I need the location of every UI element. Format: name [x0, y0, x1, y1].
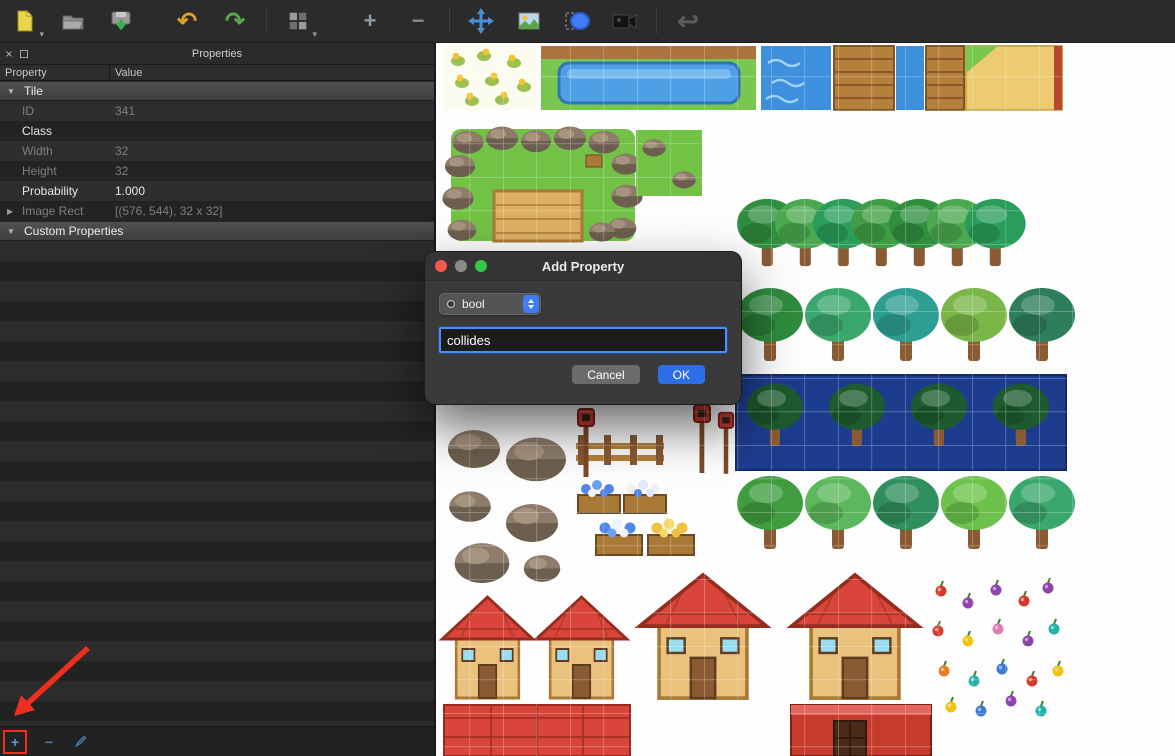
open-file-button[interactable] [56, 4, 90, 38]
dialog-titlebar: Add Property [425, 252, 741, 281]
dialog-title: Add Property [541, 258, 625, 274]
return-button[interactable] [671, 4, 705, 38]
properties-panel-titlebar: Properties [0, 43, 434, 64]
property-row-probability[interactable]: Probability 1.000 [0, 181, 434, 201]
chevron-right-icon[interactable] [7, 201, 13, 221]
property-value: 341 [115, 104, 136, 118]
property-value: [(576, 544), 32 x 32] [115, 204, 223, 218]
property-name: Probability [22, 184, 79, 198]
tiled-app-window: Properties Property Value Tile ID 341 Cl… [0, 0, 1175, 756]
chevron-down-icon [312, 29, 317, 40]
property-row-class[interactable]: Class [0, 121, 434, 141]
zoom-in-button[interactable] [353, 4, 387, 38]
ellipse-select-button[interactable] [560, 4, 594, 38]
property-type-value: bool [462, 297, 485, 311]
add-property-dialog: Add Property bool Cancel OK [425, 252, 741, 404]
stepper-icon [523, 295, 539, 313]
property-name-input[interactable] [439, 327, 727, 353]
terrain-brush-icon [289, 12, 307, 30]
property-row-image-rect[interactable]: Image Rect [(576, 544), 32 x 32] [0, 201, 434, 221]
zoom-in-icon [364, 8, 377, 34]
properties-footer-toolbar: + − [0, 726, 434, 756]
main-toolbar [0, 0, 1175, 43]
properties-panel: Properties Property Value Tile ID 341 Cl… [0, 43, 435, 756]
zoom-out-icon [412, 8, 425, 34]
panel-title: Properties [191, 47, 243, 60]
toolbar-separator [266, 8, 267, 34]
property-name: Width [22, 144, 53, 158]
undo-icon [177, 7, 197, 36]
add-property-button[interactable]: + [5, 734, 25, 750]
ellipse-select-icon [565, 12, 590, 30]
empty-property-rows [0, 241, 434, 726]
remove-property-button[interactable]: − [39, 734, 59, 750]
ok-button[interactable]: OK [657, 365, 705, 384]
property-row-id[interactable]: ID 341 [0, 101, 434, 121]
new-file-icon [17, 9, 34, 32]
property-name: ID [22, 104, 34, 118]
property-name: Height [22, 164, 57, 178]
property-row-height[interactable]: Height 32 [0, 161, 434, 181]
property-row-width[interactable]: Width 32 [0, 141, 434, 161]
annotation-highlight-box: + [3, 729, 27, 754]
camera-icon [612, 14, 637, 29]
column-header-property: Property [0, 65, 110, 80]
property-column-headers: Property Value [0, 64, 434, 81]
bool-type-icon [447, 300, 455, 308]
column-header-value: Value [115, 66, 143, 79]
edit-pencil-icon [74, 735, 86, 747]
toolbar-separator [656, 8, 657, 34]
terrain-brush-button[interactable] [281, 4, 315, 38]
property-value: 1.000 [115, 184, 146, 198]
section-tile[interactable]: Tile [0, 81, 434, 101]
cancel-button[interactable]: Cancel [572, 365, 640, 384]
return-icon [677, 6, 699, 37]
chevron-down-icon [7, 222, 15, 240]
property-value: 32 [115, 144, 129, 158]
dialog-body: bool Cancel OK [425, 281, 741, 384]
dialog-buttons: Cancel OK [439, 353, 727, 384]
chevron-down-icon [39, 29, 44, 40]
edit-property-button[interactable] [71, 734, 91, 750]
chevron-down-icon [7, 82, 15, 100]
camera-button[interactable] [608, 4, 642, 38]
zoom-out-button[interactable] [401, 4, 435, 38]
undo-button[interactable] [170, 4, 204, 38]
move-tool-icon [468, 8, 494, 34]
toolbar-separator [449, 8, 450, 34]
section-custom-properties[interactable]: Custom Properties [0, 221, 434, 241]
open-file-icon [62, 15, 84, 30]
tileset-image-icon [518, 12, 540, 30]
property-name: Image Rect [22, 204, 84, 218]
move-tool-button[interactable] [464, 4, 498, 38]
save-button[interactable] [104, 4, 138, 38]
new-file-button[interactable] [8, 4, 42, 38]
tileset-image-button[interactable] [512, 4, 546, 38]
property-value: 32 [115, 164, 129, 178]
property-name: Class [22, 124, 53, 138]
redo-icon [225, 7, 245, 36]
property-type-select[interactable]: bool [439, 293, 541, 315]
save-icon [111, 11, 131, 31]
redo-button[interactable] [218, 4, 252, 38]
